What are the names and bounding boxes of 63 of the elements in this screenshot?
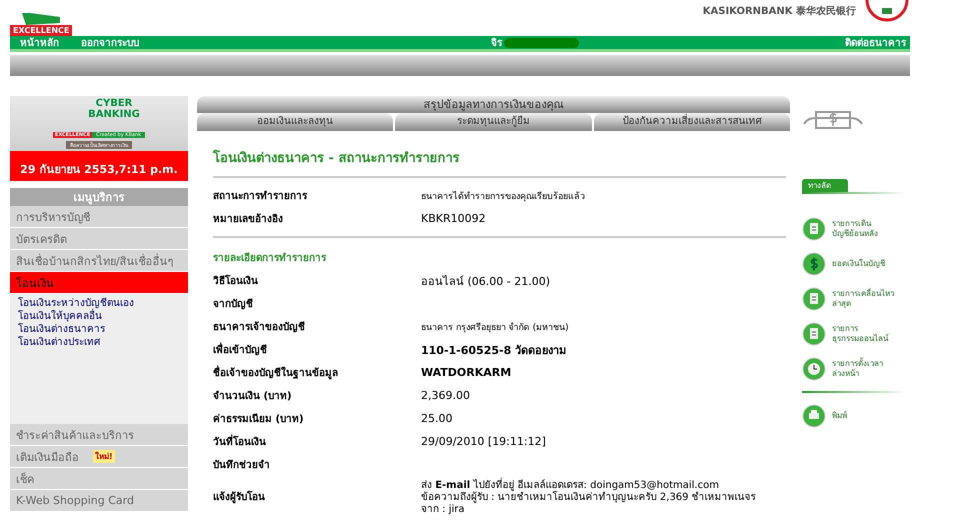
field-label: วันที่โอนเงิน <box>213 434 421 449</box>
submenu-link[interactable]: โอนเงินระหว่างบัญชีตนเอง <box>18 297 134 310</box>
field-value: 2,369.00 <box>421 389 470 402</box>
emblem-icon <box>864 0 910 22</box>
print-link[interactable]: พิมพ์ <box>802 399 907 433</box>
field-value: ธนาคารได้ทำรายการของคุณเรียบร้อยแล้ว <box>421 190 585 202</box>
menu-title: เมนูบริการ <box>10 188 188 206</box>
submenu-link[interactable]: โอนเงินต่างประเทศ <box>18 336 100 349</box>
page-title: โอนเงินต่างธนาคาร - สถานะการทำรายการ <box>213 147 786 178</box>
dollar-icon <box>802 252 826 276</box>
clock-icon <box>802 357 826 381</box>
menu-item[interactable]: สินเชื่อบ้านกสิกรไทย/สินเชื่ออื่นๆ <box>10 250 188 272</box>
menu-item[interactable]: โอนเงิน <box>10 272 188 294</box>
summary-tab[interactable]: สรุปข้อมูลทางการเงินของคุณ <box>197 96 790 113</box>
notification-text: ส่ง E-mail ไปยังที่อยู่ อีเมลล์แอดเดรส: doingam53@hotmail.com ข้อความถึงผู้รับ : นายชำเหมาโอนเงินค่าทำบุญนะครับ 2,369 ชำเหมาพเนจร จาก : jira <box>421 476 756 516</box>
bank-name: KASIKORNBANK 泰华农民银行 <box>702 4 856 18</box>
menu-item[interactable]: เช็ค <box>10 468 188 490</box>
document-icon <box>802 287 826 311</box>
field-value: 29/09/2010 [19:11:12] <box>421 435 546 448</box>
printer-icon <box>802 404 826 428</box>
field-value: WATDORKARM <box>421 366 512 379</box>
field-label: สถานะการทำรายการ <box>213 190 308 203</box>
tab[interactable]: ป้องกันความเสี่ยงและสารสนเทศ <box>594 113 790 131</box>
field-label: เพื่อเข้าบัญชี <box>213 342 421 357</box>
tab[interactable]: ออมเงินและลงทุน <box>197 113 394 131</box>
menu-item[interactable]: K-Web Shopping Card <box>10 490 188 512</box>
shortcut-link[interactable]: รายการเดิน บัญชีย้อนหลัง <box>802 212 907 246</box>
field-value: ออนไลน์ (06.00 - 21.00) <box>421 274 550 290</box>
shortcut-link[interactable]: รายการ ธุรกรรมออนไลน์ <box>802 317 907 351</box>
shortcut-link[interactable]: รายการตั้งเวลา ล่วงหน้า <box>802 352 907 386</box>
field-value: KBKR10092 <box>421 212 486 225</box>
nav-link[interactable]: ออกจากระบบ <box>81 35 139 50</box>
shortcut-title: ทางลัด <box>802 179 848 192</box>
menu-item[interactable]: เติมเงินมือถือ ใหม่! <box>10 446 188 468</box>
brand-badge: EXCELLENCE <box>10 25 72 36</box>
menu-item[interactable]: ชำระค่าสินค้าและบริการ <box>10 424 188 446</box>
field-label: ชื่อเจ้าของบัญชีในฐานข้อมูล <box>213 365 421 380</box>
submenu-link[interactable]: โอนเงินต่างธนาคาร <box>18 323 105 336</box>
field-value: ธนาคาร กรุงศรีอยุธยา จำกัด (มหาชน) <box>421 322 569 334</box>
user-name: จิร <box>491 36 502 50</box>
field-label: จากบัญชี <box>213 297 254 311</box>
shortcut-link[interactable]: รายการเคลื่อนไหว ล่าสุด <box>802 282 907 316</box>
field-label: บันทึกช่วยจำ <box>213 458 271 472</box>
field-label: แจ้งผู้รับโอน <box>213 490 266 504</box>
document-icon <box>802 322 826 346</box>
nav-link[interactable]: หน้าหลัก <box>20 35 59 50</box>
section-title: รายละเอียดการทำรายการ <box>213 236 786 269</box>
field-label: ค่าธรรมเนียม (บาท) <box>213 412 305 426</box>
document-icon <box>802 217 826 241</box>
menu-item[interactable]: การบริหารบัญชี <box>10 206 188 228</box>
field-label: ธนาคารเจ้าของบัญชี <box>213 320 306 334</box>
field-label: หมายเลขอ้างอิง <box>213 212 284 226</box>
new-badge: ใหม่! <box>93 450 115 463</box>
field-label: วิธีโอนเงิน <box>213 274 259 288</box>
tab[interactable]: ระดมทุนและกู้ยืม <box>395 113 592 131</box>
nav-link[interactable]: ติดต่อธนาคาร <box>845 35 906 50</box>
field-value: 25.00 <box>421 412 452 425</box>
menu-item[interactable]: บัตรเครดิต <box>10 228 188 250</box>
field-value: 110-1-60525-8 วัดดอยงาม <box>421 342 566 358</box>
shortcut-link[interactable]: ยอดเงินในบัญชี <box>802 247 907 281</box>
date-banner: 29 กันยายน 2553,7:11 p.m. <box>10 151 188 181</box>
field-label: จำนวนเงิน (บาท) <box>213 390 293 403</box>
submenu-link[interactable]: โอนเงินให้บุคคลอื่น <box>18 310 102 323</box>
